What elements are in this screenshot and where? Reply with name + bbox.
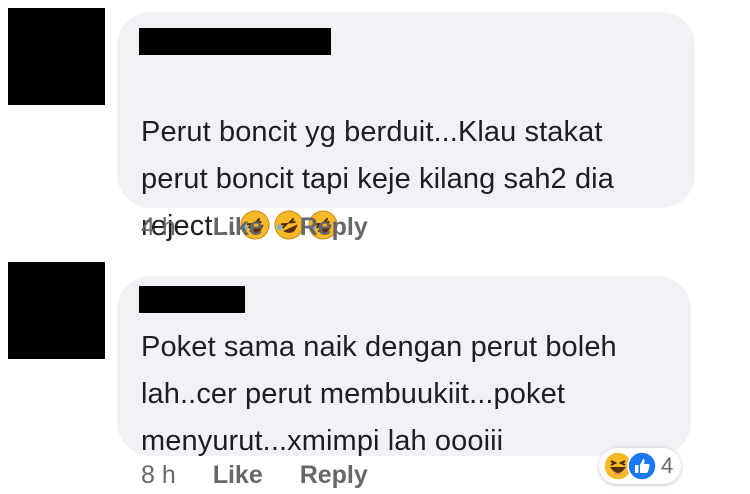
reply-button[interactable]: Reply	[300, 461, 368, 489]
commenter-avatar[interactable]	[8, 8, 105, 105]
like-button[interactable]: Like	[213, 461, 263, 489]
like-button[interactable]: Like	[213, 213, 263, 241]
comment-timestamp[interactable]: 4 h	[141, 213, 176, 241]
like-icon	[627, 451, 657, 481]
comment-bubble: Poket sama naik dengan perut boleh lah..…	[117, 276, 691, 457]
comment-text: Poket sama naik dengan perut boleh lah..…	[141, 331, 617, 457]
commenter-avatar[interactable]	[8, 262, 105, 359]
reaction-summary[interactable]: 4	[599, 448, 682, 484]
comment-bubble: Perut boncit yg berduit...Klau stakat pe…	[117, 12, 695, 242]
comment-timestamp[interactable]: 8 h	[141, 461, 176, 489]
redacted-commenter-name[interactable]	[139, 28, 331, 55]
redacted-commenter-name[interactable]	[139, 286, 245, 313]
reply-button[interactable]: Reply	[300, 213, 368, 241]
comment-meta: 4 h Like Reply	[141, 213, 368, 242]
reaction-count: 4	[661, 453, 674, 478]
comment-meta: 8 h Like Reply	[141, 461, 368, 490]
